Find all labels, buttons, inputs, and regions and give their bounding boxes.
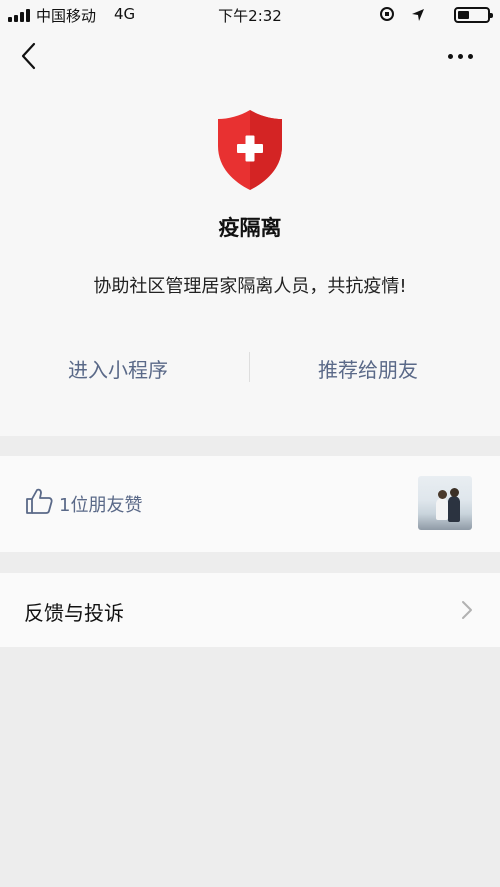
nav-bar <box>0 30 500 84</box>
more-dots-icon <box>448 54 453 59</box>
chevron-right-icon <box>462 601 472 619</box>
status-bar: 中国移动 4G 下午2:32 <box>0 0 500 30</box>
app-description: 协助社区管理居家隔离人员，共抗疫情! <box>93 276 407 297</box>
thumbs-up-icon <box>26 488 53 514</box>
status-icons <box>380 5 493 25</box>
rotation-lock-icon <box>380 7 394 21</box>
chevron-left-icon <box>21 42 36 70</box>
battery-icon <box>454 7 493 23</box>
feedback-row[interactable]: 反馈与投诉 <box>0 573 500 647</box>
location-icon <box>412 9 424 21</box>
back-button[interactable] <box>14 38 50 74</box>
divider <box>249 352 250 382</box>
likes-count-label: 1位朋友赞 <box>59 495 143 516</box>
friend-avatar[interactable] <box>418 476 472 530</box>
feedback-label: 反馈与投诉 <box>24 601 124 625</box>
enter-miniprogram-button[interactable]: 进入小程序 <box>68 354 168 383</box>
shield-cross-icon <box>218 110 282 190</box>
app-name: 疫隔离 <box>218 216 282 240</box>
friend-likes-row[interactable]: 1位朋友赞 <box>0 456 500 552</box>
more-button[interactable] <box>448 44 482 68</box>
share-to-friend-button[interactable]: 推荐给朋友 <box>318 354 418 383</box>
app-info-card: 疫隔离 协助社区管理居家隔离人员，共抗疫情! 进入小程序 推荐给朋友 <box>0 84 500 436</box>
